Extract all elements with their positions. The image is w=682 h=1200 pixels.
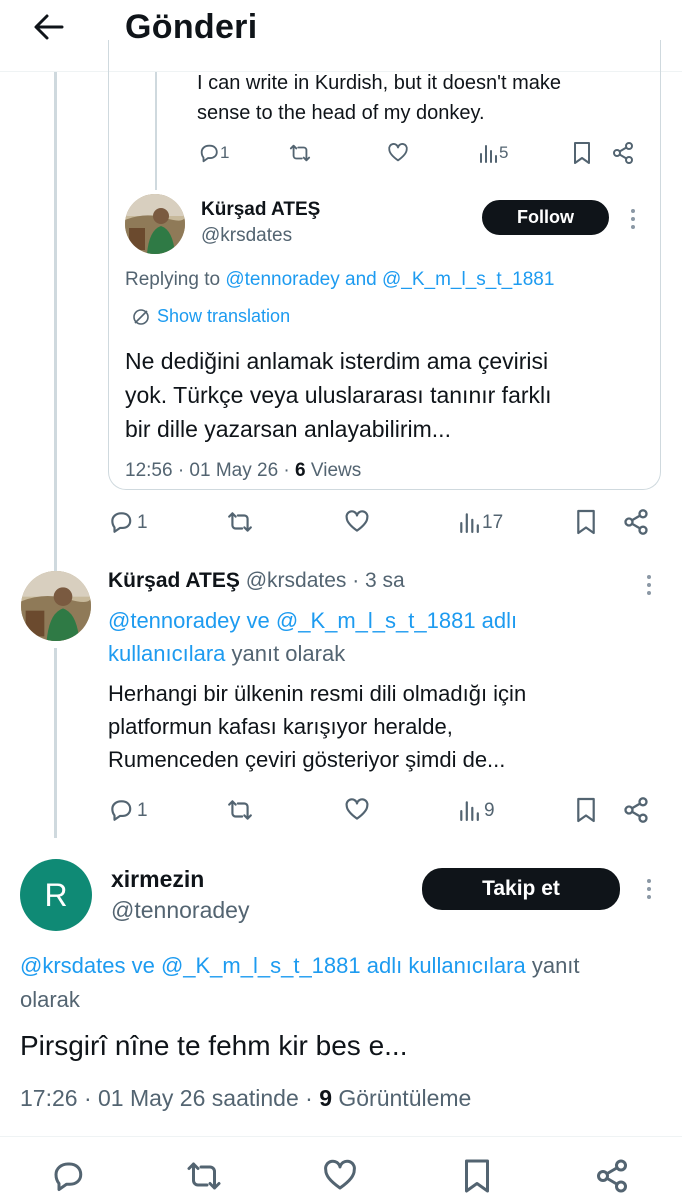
quoted-post-text: I can write in Kurdish, but it doesn't m…: [197, 72, 561, 124]
avatar[interactable]: R: [20, 859, 92, 931]
replying-to: @krsdates ve @_K_m_l_s_t_1881 adlı kulla…: [20, 953, 580, 1012]
retweet-icon[interactable]: [186, 1158, 222, 1194]
more-icon[interactable]: [630, 209, 636, 233]
like-icon[interactable]: [322, 1158, 358, 1194]
author-handle[interactable]: @krsdates: [201, 225, 292, 247]
back-arrow-icon[interactable]: [32, 10, 66, 44]
follow-button[interactable]: Follow: [482, 200, 609, 235]
reply-icon[interactable]: [50, 1158, 86, 1194]
reply-count: 1: [137, 512, 148, 533]
replying-to: Replying to @tennoradey and @_K_m_l_s_t_…: [125, 269, 555, 290]
share-icon[interactable]: [594, 1158, 630, 1194]
divider: [0, 1136, 682, 1137]
share-icon[interactable]: [622, 796, 650, 824]
post-text: Ne dediğini anlamak isterdim ama çeviris…: [125, 348, 552, 442]
author-name[interactable]: Kürşad ATEŞ: [108, 569, 240, 592]
reply-icon[interactable]: [198, 142, 220, 164]
mention-link[interactable]: @tennoradey: [225, 269, 339, 290]
post-timestamp: 12:56 · 01 May 26 · 6 Views: [125, 460, 362, 481]
bookmark-icon[interactable]: [572, 141, 592, 165]
more-icon[interactable]: [646, 575, 652, 599]
views-count: 5: [499, 143, 509, 162]
bookmark-icon[interactable]: [575, 796, 597, 824]
retweet-icon[interactable]: [288, 142, 312, 164]
quoted-action-row: 1 5: [198, 140, 638, 166]
translate-icon: [132, 308, 150, 326]
author-handle[interactable]: @tennoradey: [111, 897, 249, 924]
like-icon[interactable]: [386, 142, 410, 164]
reply-icon[interactable]: [108, 509, 134, 535]
views-icon[interactable]: [458, 509, 480, 535]
views-count: 17: [482, 512, 504, 533]
bookmark-icon[interactable]: [575, 508, 597, 536]
reply-count: 1: [137, 800, 148, 821]
author-name[interactable]: Kürşad ATEŞ: [201, 199, 320, 221]
replying-to: @tennoradey ve @_K_m_l_s_t_1881 adlı kul…: [108, 604, 517, 670]
reply-count: 1: [220, 143, 230, 162]
share-icon[interactable]: [622, 508, 650, 536]
main-action-row: [0, 1156, 682, 1196]
action-row: 1 17: [108, 507, 653, 535]
author-handle-time[interactable]: @krsdates · 3 sa: [246, 569, 405, 592]
post-text: Herhangi bir ülkenin resmi dili olmadığı…: [108, 681, 527, 772]
like-icon[interactable]: [343, 797, 371, 823]
show-translation-link[interactable]: Show translation: [132, 306, 290, 327]
mention-link[interactable]: @_K_m_l_s_t_1881: [382, 269, 554, 290]
post-text: Pirsgirî nîne te fehm kir bes e...: [20, 1030, 408, 1061]
bookmark-icon[interactable]: [462, 1157, 492, 1195]
views-icon[interactable]: [458, 797, 480, 823]
avatar[interactable]: [21, 571, 91, 641]
post-timestamp: 17:26 · 01 May 26 saatinde · 9 Görüntüle…: [20, 1085, 472, 1111]
views-icon[interactable]: [478, 142, 498, 164]
avatar[interactable]: [125, 194, 185, 254]
follow-button[interactable]: Takip et: [422, 868, 620, 910]
like-icon[interactable]: [343, 509, 371, 535]
retweet-icon[interactable]: [226, 509, 254, 535]
views-count: 9: [484, 800, 495, 821]
mention-links[interactable]: @krsdates ve @_K_m_l_s_t_1881 adlı kulla…: [20, 953, 526, 978]
more-icon[interactable]: [646, 879, 652, 903]
thread-line: [54, 648, 57, 838]
author-name[interactable]: xirmezin: [111, 866, 204, 893]
retweet-icon[interactable]: [226, 797, 254, 823]
reply-icon[interactable]: [108, 797, 134, 823]
mention-links[interactable]: @tennoradey ve @_K_m_l_s_t_1881 adlı: [108, 604, 517, 637]
action-row: 1 9: [108, 795, 653, 823]
reply-author-line: Kürşad ATEŞ @krsdates · 3 sa: [108, 569, 405, 593]
thread-line: [54, 72, 57, 572]
share-icon[interactable]: [611, 141, 635, 165]
